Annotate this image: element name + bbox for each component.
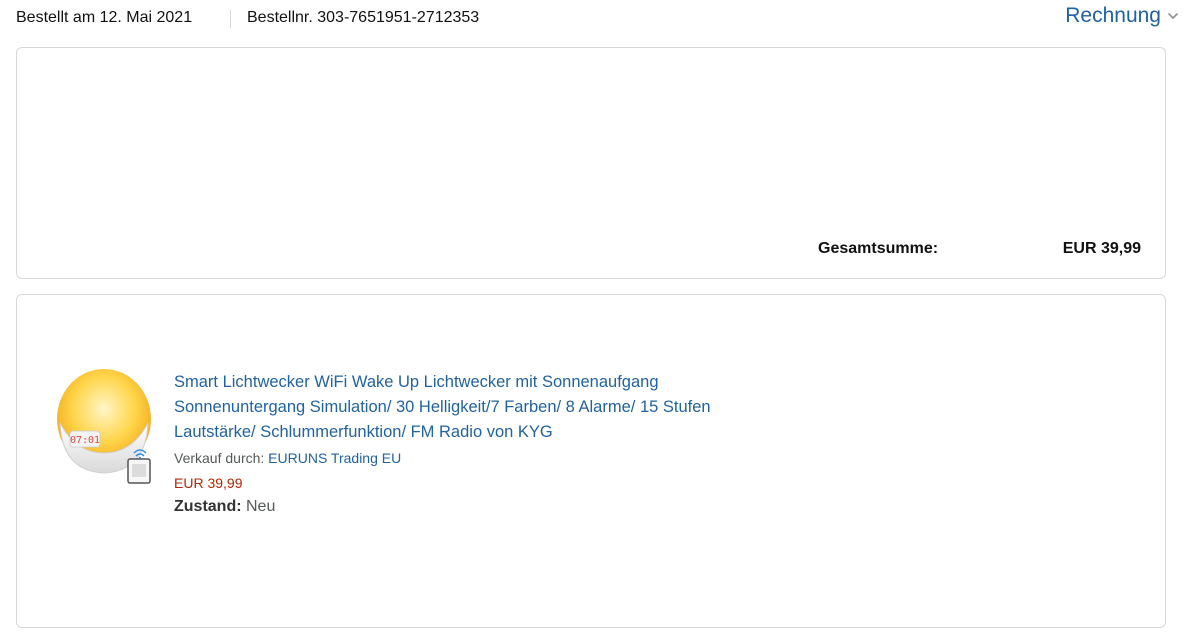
order-item-card: 07:01 Smart Lichtwecker WiFi Wake Up Lic… (16, 294, 1166, 628)
condition-label: Zustand: (174, 498, 242, 515)
seller-line: Verkauf durch: EURUNS Trading EU (174, 450, 401, 466)
condition-value: Neu (246, 498, 276, 515)
seller-prefix: Verkauf durch: (174, 450, 265, 466)
invoice-link[interactable]: Rechnung (1065, 4, 1161, 28)
clock-display: 07:01 (70, 435, 100, 446)
header-divider (230, 10, 231, 28)
order-date: Bestellt am 12. Mai 2021 (16, 9, 193, 26)
seller-link[interactable]: EURUNS Trading EU (268, 450, 401, 466)
order-number: Bestellnr. 303-7651951-2712353 (247, 9, 480, 26)
total-value: EUR 39,99 (1062, 240, 1141, 257)
item-price: EUR 39,99 (174, 475, 243, 491)
order-summary-card: Gesamtsumme: EUR 39,99 (16, 47, 1166, 279)
order-header: Bestellt am 12. Mai 2021 Bestellnr. 303-… (16, 0, 1182, 38)
product-title-link[interactable]: Smart Lichtwecker WiFi Wake Up Lichtweck… (174, 370, 814, 445)
total-label: Gesamtsumme: (818, 240, 939, 257)
product-title-line-1[interactable]: Smart Lichtwecker WiFi Wake Up Lichtweck… (174, 370, 814, 395)
condition-line: Zustand: Neu (174, 498, 275, 516)
product-image[interactable]: 07:01 (52, 361, 162, 486)
product-title-line-3[interactable]: Lautstärke/ Schlummerfunktion/ FM Radio … (174, 420, 814, 445)
product-title-line-2[interactable]: Sonnenuntergang Simulation/ 30 Helligkei… (174, 395, 814, 420)
chevron-down-icon[interactable] (1166, 9, 1180, 23)
